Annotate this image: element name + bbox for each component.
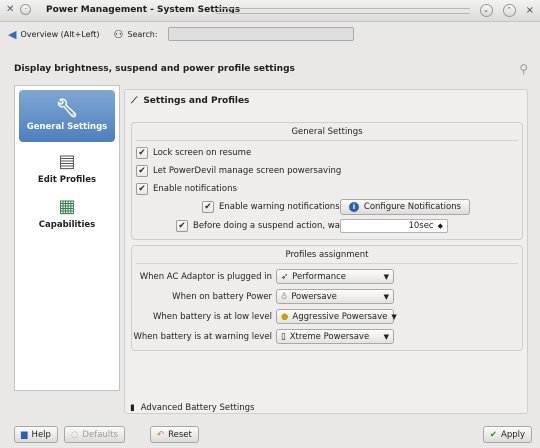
- checkbox-checked-icon: ✔: [176, 220, 188, 232]
- minimize-button[interactable]: ⌄: [479, 4, 493, 17]
- select-value: Performance: [292, 271, 346, 282]
- sidebar-item-general-settings[interactable]: 🔧︎ General Settings: [19, 90, 115, 142]
- checkbox-checked-icon: ✔: [202, 201, 214, 213]
- checkmark-icon: ✔: [489, 429, 497, 440]
- page-description: Display brightness, suspend and power pr…: [14, 64, 295, 74]
- notifications-checkbox[interactable]: ✔ Enable notifications: [136, 183, 237, 195]
- sidebar-item-capabilities[interactable]: ▦ Capabilities: [15, 192, 119, 236]
- window-titlebar: ✕ · Power Management - System Settings ⌄…: [0, 0, 540, 22]
- configure-notifications-button[interactable]: i Configure Notifications: [340, 199, 470, 215]
- titlebar-left: ✕ ·: [6, 4, 32, 15]
- hardware-icon: ▦: [58, 196, 76, 217]
- sidebar-item-label: Edit Profiles: [37, 175, 97, 185]
- help-book-icon: ▆: [21, 429, 28, 440]
- bottom-bar: ▆ Help ◌ Defaults ↶ Reset ✔ Apply: [0, 420, 540, 448]
- maximize-button[interactable]: ⌃: [502, 4, 516, 17]
- sidebar-item-edit-profiles[interactable]: ▤ Edit Profiles: [15, 146, 119, 192]
- checkbox-checked-icon: ✔: [136, 183, 148, 195]
- sidebar-item-label: General Settings: [26, 122, 108, 132]
- checkbox-label: Enable notifications: [153, 184, 237, 194]
- advanced-label: Advanced Battery Settings: [140, 403, 255, 413]
- overview-button[interactable]: ◀ Overview (Alt+Left): [8, 28, 100, 41]
- overview-label: Overview (Alt+Left): [20, 29, 100, 39]
- checkbox-label: Lock screen on resume: [153, 148, 252, 158]
- lock-screen-checkbox[interactable]: ✔ Lock screen on resume: [136, 147, 251, 159]
- reset-button[interactable]: ↶ Reset: [150, 426, 199, 443]
- back-arrow-icon: ◀: [8, 27, 17, 41]
- defaults-icon: ◌: [71, 429, 79, 440]
- warning-notifications-checkbox[interactable]: ✔ Enable warning notifications: [202, 201, 340, 213]
- select-value: Powersave: [291, 291, 337, 302]
- checkbox-checked-icon: ✔: [136, 147, 148, 159]
- select-value: Aggressive Powersave: [292, 311, 388, 322]
- titlebar-decoration: [215, 8, 470, 14]
- apply-button[interactable]: ✔ Apply: [482, 426, 532, 443]
- window-title: Power Management - System Settings: [46, 5, 241, 15]
- help-button[interactable]: ▆ Help: [14, 426, 58, 443]
- low-battery-label: When battery is at low level: [153, 312, 272, 322]
- button-label: Apply: [501, 429, 525, 440]
- sidebar: 🔧︎ General Settings ▤ Edit Profiles ▦ Ca…: [14, 85, 120, 391]
- binoculars-icon: ⚇: [113, 27, 124, 41]
- checkbox-label: Let PowerDevil manage screen powersaving: [153, 166, 342, 176]
- profiles-assignment-group: Profiles assignment When AC Adaptor is p…: [131, 245, 523, 351]
- checkbox-checked-icon: ✔: [136, 165, 148, 177]
- button-label: Help: [31, 429, 51, 440]
- divider: [136, 140, 518, 141]
- kde-gear-icon[interactable]: ✕: [6, 4, 14, 15]
- battery-power-label: When on battery Power: [172, 292, 272, 302]
- chevron-down-icon: ▼: [391, 312, 397, 321]
- low-battery-profile-select[interactable]: ● Aggressive Powersave ▼: [276, 309, 397, 324]
- ac-adaptor-label: When AC Adaptor is plugged in: [139, 272, 272, 282]
- battery-icon: ▮: [130, 403, 135, 413]
- section-header: ⟋ Settings and Profiles: [131, 96, 249, 106]
- group-title: Profiles assignment: [285, 250, 369, 260]
- search-area: ⚇ Search:: [114, 27, 354, 41]
- window-controls: ⌄ ⌃ ×: [479, 4, 534, 17]
- chevron-down-icon: ▼: [383, 272, 389, 281]
- spinbox-value: 10sec: [408, 221, 434, 231]
- button-label: Configure Notifications: [363, 202, 461, 212]
- wrench-icon: 🔧︎: [55, 98, 79, 119]
- advanced-battery-settings-header[interactable]: ▮ Advanced Battery Settings: [130, 402, 524, 414]
- wait-time-spinbox[interactable]: 10sec ◆: [340, 219, 448, 233]
- button-label: Defaults: [82, 429, 118, 440]
- chevron-down-icon: ▼: [383, 332, 389, 341]
- checkbox-label: Before doing a suspend action, wait: [193, 221, 346, 231]
- wrench-icon: ⟋: [131, 96, 138, 106]
- button-label: Reset: [168, 429, 192, 440]
- checkbox-label: Enable warning notifications: [219, 202, 340, 212]
- warning-battery-label: When battery is at warning level: [133, 332, 272, 342]
- document-icon: ▤: [58, 151, 76, 172]
- lightbulb-icon: ⚲: [519, 62, 528, 76]
- powerdevil-checkbox[interactable]: ✔ Let PowerDevil manage screen powersavi…: [136, 165, 341, 177]
- defaults-button[interactable]: ◌ Defaults: [64, 426, 125, 443]
- general-settings-group: General Settings ✔ Lock screen on resume…: [131, 122, 523, 240]
- pin-icon[interactable]: ·: [20, 4, 32, 15]
- before-suspend-checkbox[interactable]: ✔ Before doing a suspend action, wait: [176, 220, 346, 232]
- close-button[interactable]: ×: [526, 5, 534, 16]
- spinner-arrows-icon[interactable]: ◆: [438, 222, 443, 230]
- divider: [136, 263, 518, 264]
- group-title: General Settings: [291, 127, 363, 137]
- battery-icon: ▯: [281, 331, 286, 342]
- ac-profile-select[interactable]: ➶ Performance ▼: [276, 269, 394, 284]
- warning-icon: ●: [281, 311, 289, 322]
- main-panel: ⟋ Settings and Profiles General Settings…: [124, 89, 528, 414]
- search-input[interactable]: [167, 27, 354, 41]
- lightbulb-icon: ♁: [281, 291, 288, 302]
- sidebar-item-label: Capabilities: [38, 220, 96, 230]
- search-label: Search:: [127, 29, 158, 39]
- reset-icon: ↶: [157, 429, 165, 440]
- info-icon: i: [349, 202, 359, 212]
- rocket-icon: ➶: [281, 271, 289, 282]
- chevron-down-icon: ▼: [383, 292, 389, 301]
- select-value: Xtreme Powersave: [289, 331, 370, 342]
- toolbar: ◀ Overview (Alt+Left) ⚇ Search:: [0, 22, 540, 46]
- battery-profile-select[interactable]: ♁ Powersave ▼: [276, 289, 394, 304]
- section-title: Settings and Profiles: [143, 96, 250, 106]
- warning-battery-profile-select[interactable]: ▯ Xtreme Powersave ▼: [276, 329, 394, 344]
